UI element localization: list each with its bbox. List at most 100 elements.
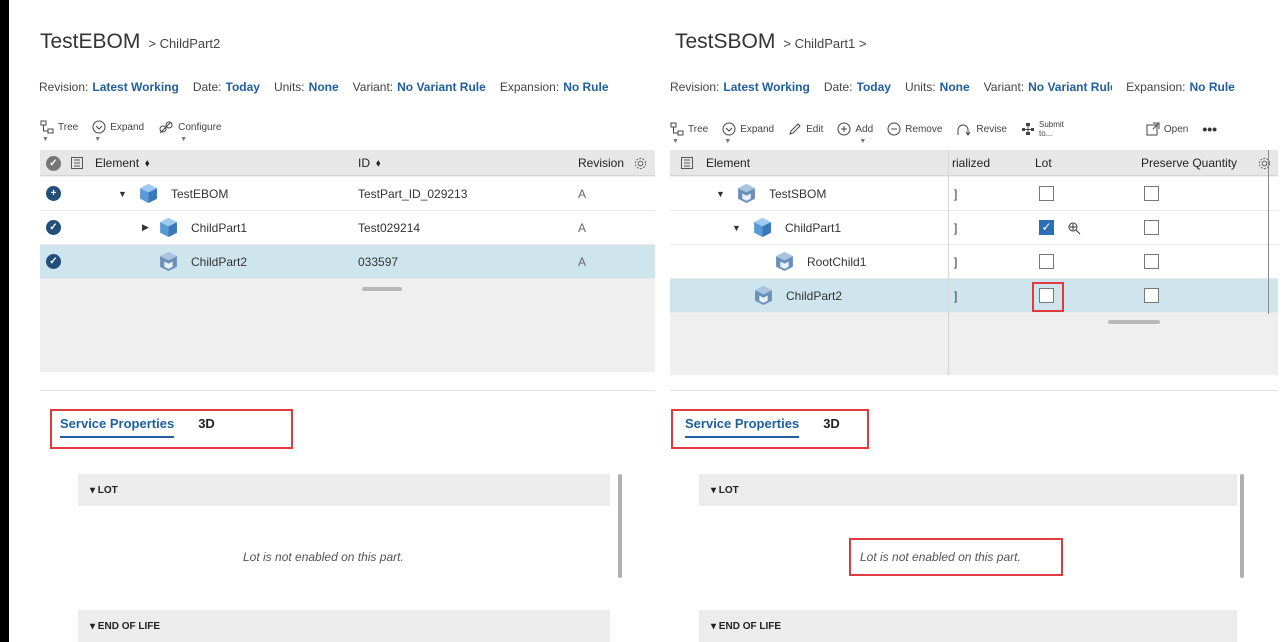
preserve-quantity-checkbox[interactable]	[1144, 186, 1159, 201]
column-header-serialized[interactable]: rialized	[952, 150, 990, 176]
revision-value[interactable]: Latest Working	[92, 80, 178, 94]
element-name: TestEBOM	[171, 186, 229, 201]
column-divider	[948, 150, 949, 375]
column-header-revision[interactable]: Revision	[578, 150, 624, 176]
revision-rule-bar: Revision: Latest Working Date: Today Uni…	[670, 80, 1235, 94]
more-icon[interactable]: •••	[1202, 121, 1217, 137]
status-icon: ✓	[46, 220, 61, 235]
columns-icon[interactable]	[70, 150, 84, 176]
edit-label: Edit	[806, 123, 824, 135]
lot-config-icon[interactable]	[1067, 211, 1081, 244]
column-header-element[interactable]: Element	[706, 150, 750, 176]
table-toolbar: Tree ▼ Expand ▼ Configure ▼	[40, 120, 235, 143]
table-toolbar: Tree ▼ Expand ▼ Edit Add ▼ Remove Revise…	[670, 120, 1274, 145]
open-button[interactable]: Open	[1146, 122, 1188, 136]
horizontal-scrollbar[interactable]	[362, 287, 402, 291]
variant-value[interactable]: No Variant Rule	[1028, 80, 1112, 94]
edit-button[interactable]: Edit	[788, 122, 823, 136]
chevron-down-icon: ▼	[859, 138, 867, 145]
expansion-value[interactable]: No Rule	[563, 80, 608, 94]
lot-section-header[interactable]: ▾ LOT	[699, 474, 1237, 506]
vertical-scrollbar[interactable]	[618, 474, 622, 578]
preserve-quantity-checkbox[interactable]	[1144, 254, 1159, 269]
revise-button[interactable]: Revise	[956, 122, 1007, 136]
ebom-table: ✓ Element ⬧ ID ⬧ Revision + ▼ TestEBOM Tes…	[40, 150, 655, 372]
page-title: TestEBOM > ChildPart2	[40, 30, 220, 54]
revision-value[interactable]: Latest Working	[723, 80, 809, 94]
expand-row-icon[interactable]: ▶	[142, 222, 158, 233]
breadcrumb[interactable]: > ChildPart1 >	[783, 36, 866, 51]
date-value[interactable]: Today	[226, 80, 260, 94]
variant-value[interactable]: No Variant Rule	[397, 80, 486, 94]
page-title: TestSBOM > ChildPart1 >	[675, 30, 866, 54]
lot-checkbox-checked[interactable]: ✓	[1039, 220, 1054, 235]
element-name: ChildPart1	[785, 220, 842, 235]
add-icon	[837, 122, 851, 136]
remove-button[interactable]: Remove	[887, 122, 942, 136]
collapse-icon[interactable]: ▼	[716, 189, 736, 199]
submit-label: Submit	[1038, 120, 1064, 129]
element-name: TestSBOM	[769, 186, 827, 201]
gear-icon[interactable]	[1258, 150, 1271, 176]
lot-message: Lot is not enabled on this part.	[243, 550, 404, 564]
sbom-title[interactable]: TestSBOM	[675, 30, 775, 54]
collapse-icon[interactable]: ▼	[732, 223, 752, 233]
part-icon	[140, 184, 157, 203]
units-value[interactable]: None	[940, 80, 970, 94]
expand-label: Expand	[110, 121, 145, 133]
remove-label: Remove	[905, 123, 943, 135]
gear-icon[interactable]	[634, 150, 647, 176]
chevron-down-icon: ▼	[42, 136, 49, 143]
lot-checkbox[interactable]	[1039, 186, 1054, 201]
table-row[interactable]: ✓ ChildPart2 033597 A	[40, 245, 655, 279]
preserve-quantity-checkbox[interactable]	[1144, 288, 1159, 303]
table-row[interactable]: ✓ ▶ ChildPart1 Test029214 A	[40, 211, 655, 245]
column-header-element[interactable]: Element ⬧	[95, 150, 150, 176]
table-row[interactable]: ▼ ChildPart1 ] ✓	[670, 211, 1278, 245]
workflow-icon	[1021, 123, 1034, 135]
revision-rule-bar: Revision: Latest Working Date: Today Uni…	[39, 80, 623, 94]
vertical-scrollbar[interactable]	[1240, 474, 1244, 578]
lot-checkbox[interactable]	[1039, 254, 1054, 269]
breadcrumb[interactable]: > ChildPart2	[148, 36, 220, 51]
column-header-lot[interactable]: Lot	[1035, 150, 1052, 176]
expand-icon	[722, 122, 736, 136]
expansion-value[interactable]: No Rule	[1190, 80, 1235, 94]
ebom-title[interactable]: TestEBOM	[40, 30, 140, 54]
table-row[interactable]: + ▼ TestEBOM TestPart_ID_029213 A	[40, 177, 655, 211]
preserve-quantity-checkbox[interactable]	[1144, 220, 1159, 235]
table-row[interactable]: ChildPart2 ]	[670, 279, 1278, 313]
element-name: ChildPart2	[191, 254, 248, 269]
column-header-id[interactable]: ID ⬧	[358, 150, 381, 176]
select-all-icon[interactable]: ✓	[46, 150, 61, 176]
table-row[interactable]: ▼ TestSBOM ]	[670, 177, 1278, 211]
columns-icon[interactable]	[680, 150, 694, 176]
add-button[interactable]: Add ▼	[837, 122, 873, 145]
end-of-life-section-header[interactable]: ▾ END OF LIFE	[699, 610, 1237, 642]
assembly-icon	[160, 252, 177, 271]
submit-to-button[interactable]: Submit to...	[1021, 120, 1064, 138]
remove-icon	[887, 122, 901, 136]
revision-cell: A	[578, 254, 587, 269]
column-header-preserve-quantity[interactable]: Preserve Quantity	[1141, 150, 1237, 176]
units-value[interactable]: None	[309, 80, 339, 94]
expand-button[interactable]: Expand ▼	[722, 122, 774, 145]
sbom-panel: TestSBOM > ChildPart1 > Revision: Latest…	[665, 0, 1282, 642]
status-icon: +	[46, 186, 61, 201]
tree-button[interactable]: Tree ▼	[40, 120, 78, 143]
end-of-life-section-header[interactable]: ▾ END OF LIFE	[78, 610, 610, 642]
lot-section-header[interactable]: ▾ LOT	[78, 474, 610, 506]
window-edge	[0, 0, 9, 642]
element-name: ChildPart2	[786, 288, 843, 303]
table-row[interactable]: RootChild1 ]	[670, 245, 1278, 279]
open-icon	[1146, 122, 1160, 136]
expand-icon	[92, 120, 106, 134]
id-cell: Test029214	[358, 220, 421, 235]
tree-button[interactable]: Tree ▼	[670, 122, 708, 145]
expand-button[interactable]: Expand ▼	[92, 120, 145, 143]
configure-button[interactable]: Configure ▼	[158, 120, 221, 143]
date-value[interactable]: Today	[857, 80, 891, 94]
collapse-icon[interactable]: ▼	[118, 189, 138, 199]
horizontal-scrollbar[interactable]	[1108, 320, 1160, 324]
divider	[40, 390, 655, 391]
